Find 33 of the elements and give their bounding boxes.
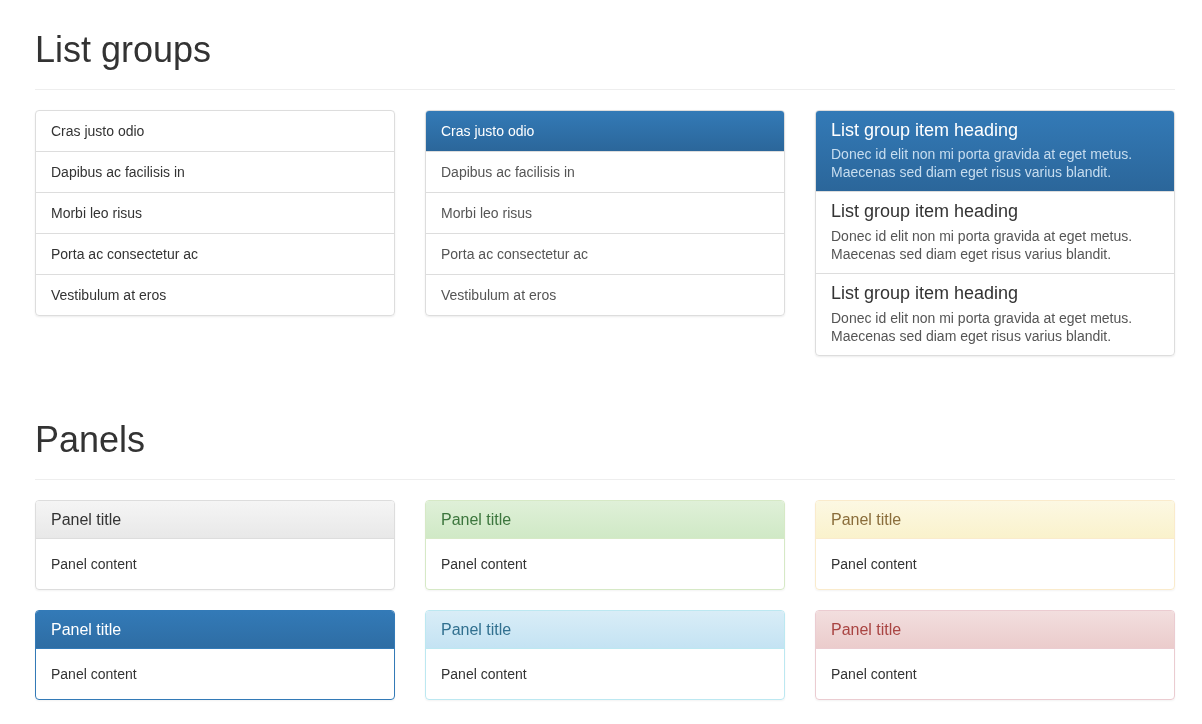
list-item: Cras justo odio xyxy=(50,121,146,141)
panel-title: Panel title xyxy=(36,610,394,649)
item-text: Donec id elit non mi porta gravida at eget metus. Maecenas sed diam eget risus varius blandit. xyxy=(831,309,1134,345)
list-link[interactable]: Morbi leo risus xyxy=(426,191,784,233)
section-heading: Panels xyxy=(35,420,147,460)
list-item: Morbi leo risus xyxy=(36,191,394,233)
list-link[interactable]: Vestibulum at eros xyxy=(426,273,784,315)
panel-title: Panel title xyxy=(816,610,1174,649)
panel-title: Panel title xyxy=(816,500,1174,539)
panel-title: Panel title xyxy=(426,610,784,649)
panel-content: Panel content xyxy=(440,554,528,574)
list-link[interactable]: Dapibus ac facilisis in xyxy=(426,150,784,192)
section-heading: List groups xyxy=(35,30,213,70)
panel-content: Panel content xyxy=(830,554,918,574)
item-heading: List group item heading xyxy=(831,284,1020,304)
panel-content: Panel content xyxy=(830,664,918,684)
list-item: Porta ac consectetur ac xyxy=(36,232,394,274)
panel-title: Panel title xyxy=(426,500,784,539)
list-item-link[interactable]: List group item heading Donec id elit non mi porta gravida at eget metus. Maecenas sed diam eget risus varius blandit. xyxy=(816,191,1174,274)
item-text: Donec id elit non mi porta gravida at eget metus. Maecenas sed diam eget risus varius blandit. xyxy=(831,145,1134,182)
list-link[interactable]: Cras justo odio xyxy=(426,110,784,151)
panel-content: Panel content xyxy=(50,664,138,684)
list-item: Dapibus ac facilisis in xyxy=(36,150,394,192)
panel-content: Panel content xyxy=(50,554,138,574)
list-item-link[interactable]: List group item heading Donec id elit non mi porta gravida at eget metus. Maecenas sed diam eget risus varius blandit. xyxy=(816,273,1174,355)
list-item: Vestibulum at eros xyxy=(36,273,394,315)
panel-content: Panel content xyxy=(440,664,528,684)
item-heading: List group item heading xyxy=(831,202,1020,223)
item-heading: List group item heading xyxy=(831,120,1020,141)
item-text: Donec id elit non mi porta gravida at eget metus. Maecenas sed diam eget risus varius blandit. xyxy=(831,227,1134,264)
panel-title: Panel title xyxy=(36,500,394,539)
list-item-link[interactable]: List group item heading Donec id elit non mi porta gravida at eget metus. Maecenas sed diam eget risus varius blandit. xyxy=(816,110,1174,192)
list-link[interactable]: Porta ac consectetur ac xyxy=(426,232,784,274)
